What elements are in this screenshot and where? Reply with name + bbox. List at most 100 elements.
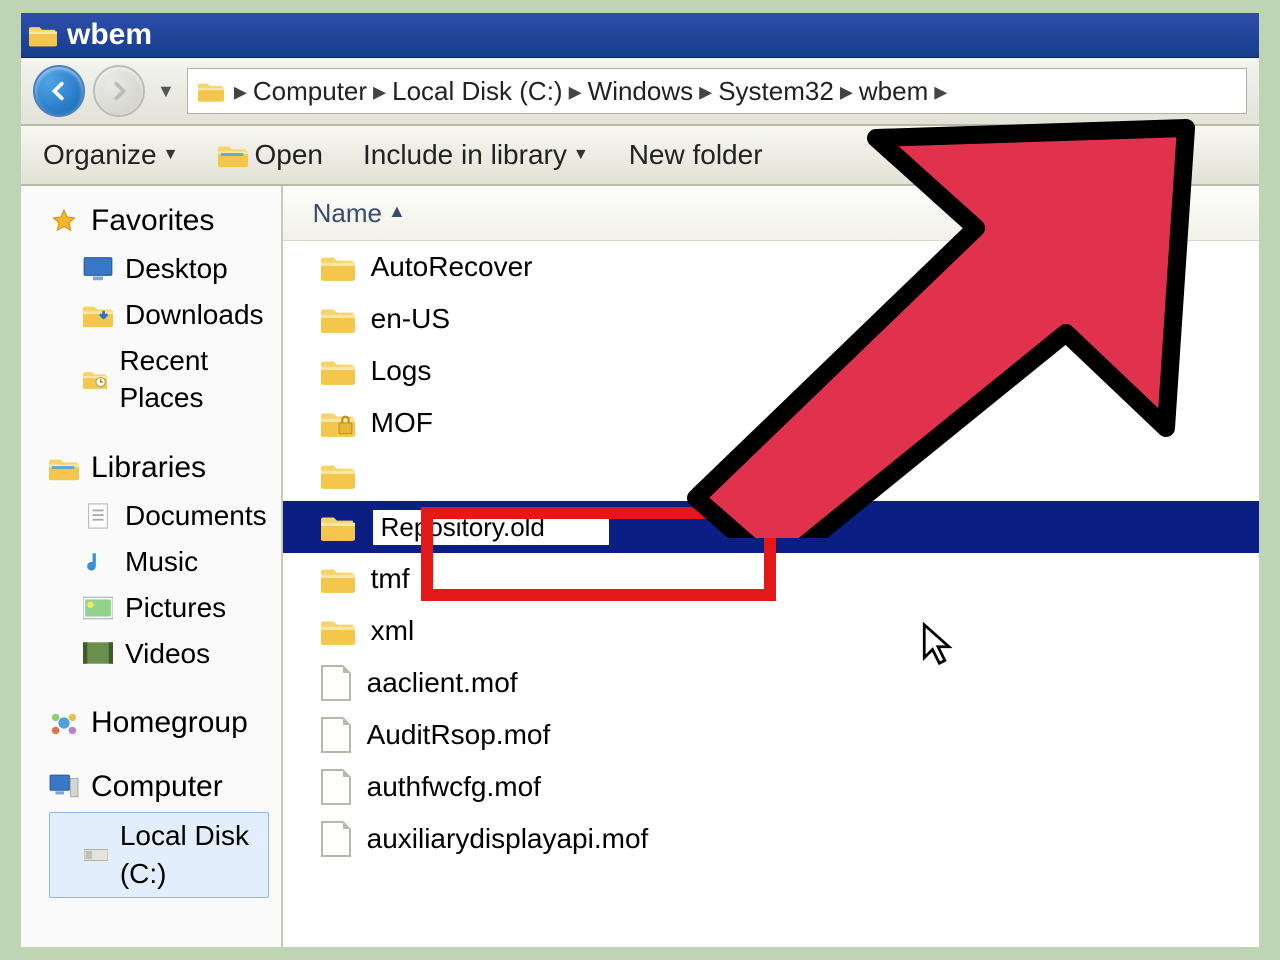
sidebar-item-label: Documents [125,497,267,535]
breadcrumb-seg[interactable]: System32 [718,76,834,107]
sidebar-libraries-header[interactable]: Libraries [49,451,269,485]
organize-label: Organize [43,139,157,171]
window-title: wbem [67,18,152,52]
file-name-label: authfwcfg.mof [367,771,541,803]
breadcrumb-seg[interactable]: Local Disk (C:) [392,76,562,107]
favorites-label: Favorites [91,204,214,238]
computer-icon [49,774,79,800]
file-icon [321,821,351,857]
file-name-label: MOF [371,407,433,439]
column-header-row: Name ▲ ed [283,186,1262,241]
file-row[interactable]: 23-04-2015 20 [283,449,1262,501]
folder-icon [321,616,355,646]
video-icon [83,640,113,666]
sidebar-item-music[interactable]: Music [49,539,269,585]
sidebar-item-pictures[interactable]: Pictures [49,585,269,631]
document-icon [83,503,113,529]
libraries-label: Libraries [91,451,206,485]
sidebar-homegroup-header[interactable]: Homegroup [49,706,269,740]
new-folder-button[interactable]: New folder [629,139,763,171]
recent-icon [83,366,107,392]
sidebar-item-local-disk-c[interactable]: Local Disk (C:) [49,812,269,898]
window-titlebar: wbem [21,13,1259,58]
file-name-label: en-US [371,303,450,335]
open-button[interactable]: Open [218,139,323,171]
open-label: Open [254,139,323,171]
file-name-label: auxiliarydisplayapi.mof [367,823,649,855]
sort-ascending-icon: ▲ [388,201,406,222]
sidebar-item-label: Pictures [125,589,226,627]
chevron-right-icon: ▸ [373,76,386,107]
file-row[interactable]: aaclient.mof11-06-2009 02 [283,657,1262,709]
chevron-right-icon: ▸ [234,76,247,107]
file-icon [321,769,351,805]
sidebar-item-videos[interactable]: Videos [49,631,269,677]
star-icon [49,208,79,234]
file-row[interactable]: authfwcfg.mof11-06-2009 02 [283,761,1262,813]
file-icon [321,717,351,753]
file-list-panel: Name ▲ ed AutoRecover06-2013 03en-US-07-… [283,186,1262,950]
arrow-left-icon [48,80,70,102]
file-row[interactable]: Repository.old23-04-2015 20 [283,501,1262,553]
navigation-sidebar: Favorites Desktop Downloads Recent Place… [21,186,283,950]
sidebar-item-downloads[interactable]: Downloads [49,292,269,338]
computer-label: Computer [91,770,223,804]
sidebar-computer-header[interactable]: Computer [49,770,269,804]
file-row[interactable]: AuditRsop.mof11-06-2009 02 [283,709,1262,761]
libraries-icon [218,142,248,168]
chevron-right-icon: ▸ [934,76,947,107]
column-header-name[interactable]: Name ▲ [313,198,903,229]
include-library-menu[interactable]: Include in library ▼ [363,139,589,171]
sidebar-item-documents[interactable]: Documents [49,493,269,539]
file-icon [321,665,351,701]
sidebar-item-label: Music [125,543,198,581]
rename-input[interactable]: Repository.old [371,508,611,547]
nav-history-dropdown[interactable]: ▼ [157,81,175,102]
file-row[interactable]: en-US-07-2009 13 [283,293,1262,345]
folder-icon [29,23,57,47]
file-row[interactable]: xml14-07-2009 08 [283,605,1262,657]
libraries-icon [49,455,79,481]
folder-icon [321,564,355,594]
new-folder-label: New folder [629,139,763,171]
column-header-date[interactable]: ed [903,198,1262,229]
chevron-down-icon: ▼ [163,146,179,164]
disk-icon [84,842,108,868]
file-row[interactable]: auxiliarydisplayapi.mof11-06-2009 02 [283,813,1262,865]
include-label: Include in library [363,139,567,171]
breadcrumb[interactable]: ▸ Computer ▸ Local Disk (C:) ▸ Windows ▸… [187,68,1247,114]
file-name-label: AutoRecover [371,251,533,283]
sidebar-item-label: Recent Places [119,342,266,418]
file-name-label: AuditRsop.mof [367,719,551,751]
chevron-down-icon: ▼ [573,146,589,164]
homegroup-label: Homegroup [91,706,248,740]
forward-button[interactable] [93,65,145,117]
monitor-icon [83,256,113,282]
chevron-right-icon: ▸ [569,76,582,107]
file-name-label: tmf [371,563,410,595]
back-button[interactable] [33,65,85,117]
address-bar: ▼ ▸ Computer ▸ Local Disk (C:) ▸ Windows… [21,58,1259,126]
chevron-right-icon: ▸ [699,76,712,107]
file-row[interactable]: Logs09 07 [283,345,1262,397]
file-row[interactable]: tmf14-07-2009 07 [283,553,1262,605]
file-row[interactable]: AutoRecover06-2013 03 [283,241,1262,293]
breadcrumb-seg[interactable]: Computer [253,76,367,107]
sidebar-favorites-header[interactable]: Favorites [49,204,269,238]
sidebar-item-label: Local Disk (C:) [120,817,266,893]
folder-icon [198,80,224,102]
file-row[interactable]: MOF14-07-2009 10 [283,397,1262,449]
sidebar-item-recent-places[interactable]: Recent Places [49,338,269,422]
toolbar: Organize ▼ Open Include in library ▼ New… [21,126,1259,186]
folder-icon [321,460,355,490]
folder-icon [321,356,355,386]
folder-icon [321,304,355,334]
chevron-right-icon: ▸ [840,76,853,107]
organize-menu[interactable]: Organize ▼ [43,139,178,171]
folder-icon [321,512,355,542]
breadcrumb-seg[interactable]: wbem [859,76,928,107]
sidebar-item-desktop[interactable]: Desktop [49,246,269,292]
arrow-right-icon [108,80,130,102]
file-name-label: xml [371,615,415,647]
breadcrumb-seg[interactable]: Windows [588,76,693,107]
